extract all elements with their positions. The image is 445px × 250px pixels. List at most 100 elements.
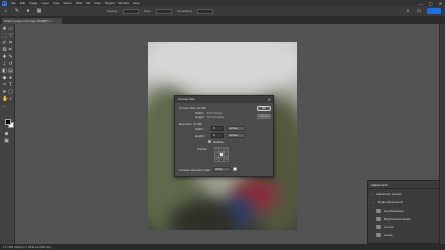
curves-label: Curves — [384, 225, 394, 229]
frame-tool-icon[interactable]: ⊠ — [2, 48, 7, 53]
curves-item[interactable]: Curves — [376, 224, 394, 230]
adjustment-presets-row[interactable]: › Adjustment presets — [372, 191, 402, 197]
lasso-tool-icon[interactable]: ➰ — [8, 34, 14, 39]
hand-tool-icon[interactable]: ✋ — [2, 97, 8, 102]
share-button[interactable] — [427, 8, 441, 14]
menu-view[interactable]: View — [94, 1, 100, 5]
blur-tool-icon[interactable]: ◆ — [2, 76, 7, 81]
maximize-icon[interactable]: ▢ — [429, 1, 433, 6]
width-input[interactable]: 0 — [211, 126, 224, 131]
width-unit-select[interactable]: Inches — [227, 126, 245, 131]
current-height-label: Height: — [195, 115, 205, 119]
adjustment-presets-label: Adjustment presets — [376, 192, 402, 196]
quick-select-tool-icon[interactable]: ✐ — [2, 41, 7, 46]
current-height-value: 10.13 Inches — [207, 115, 225, 119]
single-adjustments-label: Single Adjustments — [377, 200, 404, 204]
smoothing-field[interactable] — [197, 8, 214, 14]
workspace-icon[interactable]: ▭ — [416, 8, 422, 14]
levels-icon — [376, 233, 381, 237]
height-input[interactable]: 0 — [211, 133, 224, 138]
search-icon[interactable]: ⌕ — [405, 8, 411, 14]
new-size-label: New Size: 67.3M — [179, 122, 202, 126]
brush-preset-icon[interactable]: ● — [25, 8, 31, 14]
opacity-label: Opacity: — [107, 9, 119, 13]
dialog-title: Canvas Size — [175, 96, 273, 103]
adjustments-panel: Adjustments › Adjustment presets ⌄ Singl… — [367, 180, 440, 244]
more-tools-icon[interactable]: ⋯ — [2, 105, 7, 110]
smoothing-label: Smoothing: — [177, 9, 193, 13]
marquee-tool-icon[interactable]: ⬚ — [2, 34, 7, 39]
chevron-right-icon: › — [372, 192, 373, 196]
brightness-contrast-label: Brightness/Contrast — [384, 217, 411, 221]
document-tab-bar: Artist's song in (72 copy, RGB/8*) × — [0, 17, 445, 24]
menu-filter[interactable]: Filter — [76, 1, 83, 5]
healing-brush-tool-icon[interactable]: ✚ — [2, 55, 7, 60]
extension-color-label: Canvas extension color: — [179, 168, 212, 172]
menu-window[interactable]: Window — [119, 1, 130, 5]
zoom-tool-icon[interactable]: ⌕ — [8, 97, 13, 102]
height-unit-select[interactable]: Inches — [227, 133, 245, 138]
type-tool-icon[interactable]: T — [8, 83, 13, 88]
relative-label: Relative — [213, 140, 224, 144]
options-bar: ⌂ ✎ ● ▦ Opacity: Flow: Smoothing: ⌕ ▭ — [0, 6, 445, 17]
history-brush-tool-icon[interactable]: ↺ — [8, 62, 13, 67]
menu-file[interactable]: File — [11, 1, 16, 5]
canvas-size-dialog: Canvas Size ✕ Current Size: 67.3M Width:… — [174, 95, 274, 177]
extension-color-select[interactable]: Other — [213, 167, 231, 172]
menu-select[interactable]: Select — [63, 1, 71, 5]
menu-type[interactable]: Type — [53, 1, 60, 5]
height-label: Height: — [195, 134, 205, 138]
adjustments-panel-title: Adjustments — [368, 181, 439, 189]
close-window-icon[interactable]: ✕ — [439, 1, 442, 6]
move-tool-icon[interactable]: ✥ — [2, 27, 7, 32]
status-bar: 17.73% 2100 px x 2511 px (300 ppi) — [0, 244, 445, 250]
anchor-grid: ↖ ↑ ↗ ← → ↙ ↓ ↘ — [214, 147, 229, 162]
menu-help[interactable]: Help — [133, 1, 139, 5]
ok-button[interactable]: OK — [257, 106, 271, 111]
menu-3d[interactable]: 3D — [86, 1, 90, 5]
photoshop-logo: Ps — [2, 0, 7, 6]
dodge-tool-icon[interactable]: ● — [8, 76, 13, 81]
anchor-bottom-right[interactable]: ↘ — [224, 157, 229, 162]
path-selection-tool-icon[interactable]: ➤ — [2, 90, 7, 95]
toggle-brush-panel-icon[interactable]: ▦ — [36, 8, 42, 14]
screen-mode-icon[interactable]: ▣ — [4, 139, 9, 144]
levels-label: Levels — [384, 233, 393, 237]
opacity-field[interactable] — [123, 8, 140, 14]
extension-color-swatch[interactable] — [233, 167, 237, 171]
shape-tool-icon[interactable]: ▢ — [8, 90, 13, 95]
anchor-label: Anchor: — [197, 147, 208, 151]
eraser-tool-icon[interactable]: ◧ — [2, 69, 7, 74]
cancel-button[interactable]: Cancel — [257, 114, 271, 119]
eyedropper-tool-icon[interactable]: ✒ — [8, 48, 13, 53]
current-size-label: Current Size: 67.3M — [179, 106, 206, 110]
brush-tool-icon[interactable]: ✎ — [8, 55, 13, 60]
flow-field[interactable] — [156, 8, 173, 14]
dialog-close-icon[interactable]: ✕ — [268, 96, 271, 103]
blurred-sky — [148, 42, 297, 92]
menu-image[interactable]: Image — [29, 1, 37, 5]
menu-plugins[interactable]: Plugins — [105, 1, 115, 5]
brightness-contrast-item[interactable]: Brightness/Contrast — [376, 216, 410, 222]
artboard-tool-icon[interactable]: ▭ — [8, 27, 13, 32]
chevron-down-icon: ⌄ — [372, 200, 375, 204]
gradient-tool-icon[interactable]: ▤ — [8, 69, 13, 74]
foreground-color-swatch[interactable] — [5, 119, 11, 125]
hue-saturation-label: Hue/Saturation — [384, 209, 405, 213]
minimize-icon[interactable]: — — [419, 1, 423, 6]
crop-tool-icon[interactable]: ⌗ — [8, 41, 13, 46]
hue-saturation-item[interactable]: Hue/Saturation — [376, 208, 404, 214]
levels-item[interactable]: Levels — [376, 232, 393, 238]
menu-layer[interactable]: Layer — [41, 1, 49, 5]
flow-label: Flow: — [144, 9, 152, 13]
single-adjustments-row[interactable]: ⌄ Single Adjustments — [372, 199, 403, 205]
relative-checkbox[interactable] — [208, 140, 211, 143]
home-icon[interactable]: ⌂ — [3, 8, 9, 14]
width-label: Width: — [195, 127, 204, 131]
pen-tool-icon[interactable]: ✑ — [2, 83, 7, 88]
brightness-contrast-icon — [376, 217, 381, 221]
clone-stamp-tool-icon[interactable]: ⊥ — [2, 62, 7, 67]
brush-tool-icon[interactable]: ✎ — [14, 8, 20, 14]
quick-mask-icon[interactable]: ◙ — [4, 132, 9, 137]
menu-edit[interactable]: Edit — [20, 1, 25, 5]
